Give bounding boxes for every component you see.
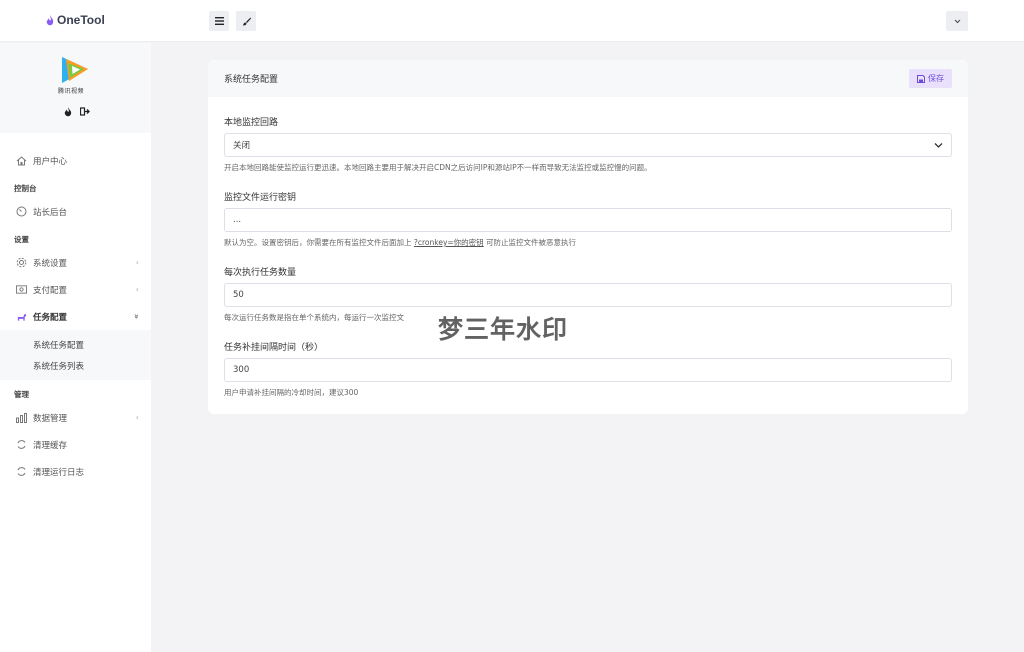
sidebar-nav: 用户中心 控制台 站长后台 设置 系统设置 ‹ 支付配置 ‹ 任务配置 » 系统… <box>0 133 151 485</box>
sidebar-item-label: 数据管理 <box>33 413 68 424</box>
sidebar-item-clear-cache[interactable]: 清理缓存 <box>0 431 151 458</box>
save-icon <box>917 74 925 83</box>
input-value: 300 <box>233 365 250 375</box>
settings-card: 系统任务配置 保存 本地监控回路 关闭 开启本地回路能使监控运行更迅速。本地回路… <box>208 60 968 414</box>
menu-toggle-button[interactable] <box>209 11 229 31</box>
submenu-item-system-task-config[interactable]: 系统任务配置 <box>0 334 151 355</box>
user-profile: 腾讯视频 <box>0 43 151 133</box>
sidebar-item-label: 支付配置 <box>33 285 68 296</box>
input-value: 50 <box>233 290 244 300</box>
field-label: 每次执行任务数量 <box>224 268 297 278</box>
chevron-down-icon <box>954 19 960 23</box>
card-title: 系统任务配置 <box>224 75 279 85</box>
sidebar-item-label: 站长后台 <box>33 207 68 218</box>
field-cron-key: 监控文件运行密钥 ... 默认为空。设置密钥后，你需要在所有监控文件后面加上 ?… <box>224 190 952 248</box>
sidebar-item-label: 任务配置 <box>33 312 68 323</box>
submenu-item-system-task-list[interactable]: 系统任务列表 <box>0 355 151 376</box>
field-help: 默认为空。设置密钥后，你需要在所有监控文件后面加上 ?cronkey=你的密钥 … <box>224 237 952 248</box>
chevron-left-icon: ‹ <box>135 258 139 267</box>
brand-name: OneTool <box>57 13 105 27</box>
local-loop-select[interactable]: 关闭 <box>224 133 952 157</box>
logo-caption: 腾讯视频 <box>58 88 85 95</box>
task-count-input[interactable]: 50 <box>224 283 952 307</box>
help-link[interactable]: ?cronkey=你的密钥 <box>414 238 484 247</box>
money-icon <box>16 284 27 295</box>
gear-icon <box>16 257 27 268</box>
sidebar-item-admin[interactable]: 站长后台 <box>0 198 151 225</box>
chevron-double-down-icon: » <box>131 313 141 320</box>
section-heading: 设置 <box>14 235 29 244</box>
chevron-left-icon: ‹ <box>135 413 139 422</box>
flame-icon[interactable] <box>64 107 72 117</box>
home-icon <box>16 155 27 166</box>
field-label: 任务补挂间隔时间（秒） <box>224 343 324 353</box>
field-label: 本地监控回路 <box>224 118 279 128</box>
input-value: ... <box>233 215 242 225</box>
submenu: 系统任务配置 系统任务列表 <box>0 330 151 380</box>
section-heading: 控制台 <box>14 184 37 193</box>
watermark: 梦三年水印 <box>438 315 569 344</box>
flame-icon <box>46 14 54 25</box>
refresh-icon <box>16 439 27 450</box>
sidebar-item-label: 清理运行日志 <box>33 467 85 478</box>
cron-key-input[interactable]: ... <box>224 208 952 232</box>
help-text: 默认为空。设置密钥后，你需要在所有监控文件后面加上 <box>224 238 414 247</box>
field-task-count: 每次执行任务数量 50 每次运行任务数是指在单个系统内，每运行一次监控文 <box>224 265 952 323</box>
field-help: 开启本地回路能使监控运行更迅速。本地回路主要用于解决开启CDN之后访问IP和源站… <box>224 163 652 172</box>
sidebar-item-task-config[interactable]: 任务配置 » <box>0 303 151 330</box>
sidebar-item-user-center[interactable]: 用户中心 <box>0 147 151 174</box>
brand-logo[interactable]: OneTool <box>46 13 105 27</box>
sidebar-item-data-management[interactable]: 数据管理 ‹ <box>0 404 151 431</box>
sidebar-item-label: 清理缓存 <box>33 440 68 451</box>
chevron-down-icon <box>934 143 943 148</box>
logout-icon[interactable] <box>80 107 90 116</box>
save-label: 保存 <box>928 74 944 83</box>
card-header: 系统任务配置 保存 <box>208 60 968 97</box>
field-help: 用户申请补挂间隔的冷却时间，建议300 <box>224 388 359 397</box>
field-label: 监控文件运行密钥 <box>224 193 297 203</box>
chart-icon <box>16 412 27 423</box>
sidebar: 腾讯视频 用户中心 控制台 站长后台 设置 系统设置 ‹ 支付配置 ‹ 任务配置… <box>0 43 151 652</box>
dog-icon <box>16 311 27 322</box>
field-retry-interval: 任务补挂间隔时间（秒） 300 用户申请补挂间隔的冷却时间，建议300 <box>224 340 952 398</box>
sidebar-item-label: 用户中心 <box>33 156 68 167</box>
section-heading: 管理 <box>14 390 29 399</box>
user-menu-button[interactable] <box>946 11 968 31</box>
help-text: 可防止监控文件被恶意执行 <box>483 238 577 247</box>
select-value: 关闭 <box>233 141 251 151</box>
top-bar: OneTool <box>0 0 1024 42</box>
retry-interval-input[interactable]: 300 <box>224 358 952 382</box>
avatar[interactable] <box>57 53 93 89</box>
menu-icon <box>214 17 224 25</box>
refresh-icon <box>16 466 27 477</box>
chevron-left-icon: ‹ <box>135 285 139 294</box>
sidebar-item-clear-logs[interactable]: 清理运行日志 <box>0 458 151 485</box>
sidebar-item-label: 系统设置 <box>33 258 68 269</box>
brush-icon <box>242 17 251 25</box>
field-help: 每次运行任务数是指在单个系统内，每运行一次监控文 <box>224 313 404 322</box>
save-button[interactable]: 保存 <box>909 69 952 88</box>
field-local-loop: 本地监控回路 关闭 开启本地回路能使监控运行更迅速。本地回路主要用于解决开启CD… <box>224 115 952 173</box>
theme-button[interactable] <box>236 11 256 31</box>
sidebar-item-payment[interactable]: 支付配置 ‹ <box>0 276 151 303</box>
gauge-icon <box>16 206 27 217</box>
sidebar-item-system-settings[interactable]: 系统设置 ‹ <box>0 249 151 276</box>
